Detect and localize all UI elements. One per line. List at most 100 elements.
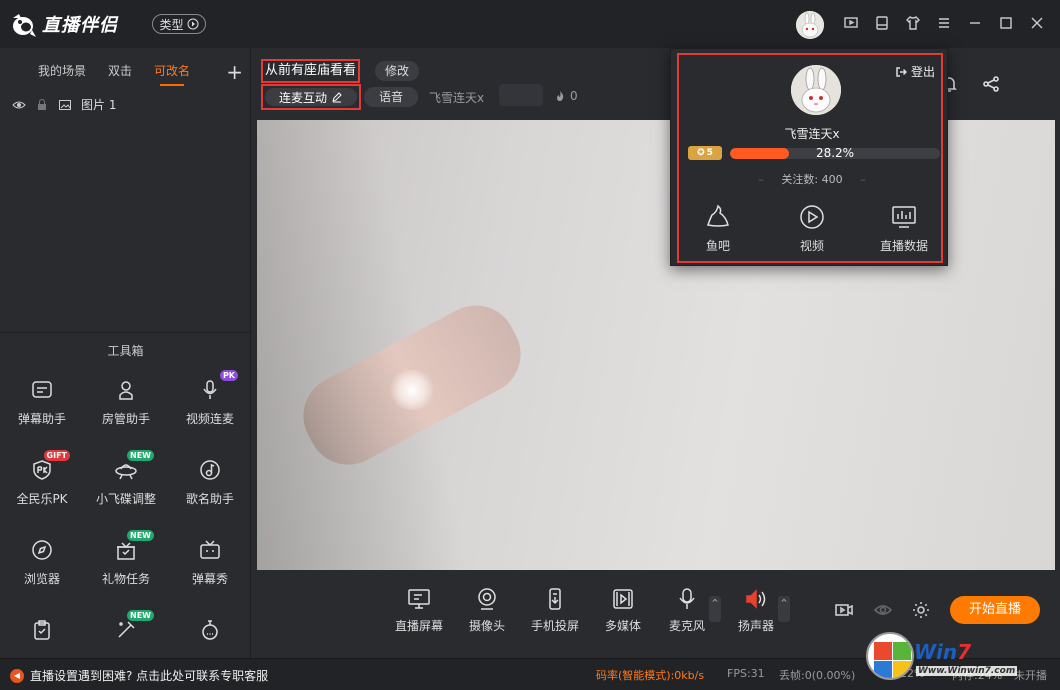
add-phone-cast-button[interactable]: 手机投屏 [523,586,587,634]
tv-icon [200,540,220,559]
media-icon [613,589,633,609]
tool-pk[interactable]: GIFT 全民乐PK [0,450,84,526]
room-title[interactable]: 从前有座庙看看 [261,59,361,83]
menu-icon[interactable] [935,14,953,32]
tool-danmu-show[interactable]: 弹幕秀 [168,536,252,606]
watermark-brand-b: 7 [957,640,972,664]
tshirt-icon[interactable] [904,14,922,32]
timer-icon [202,620,218,640]
add-media-button[interactable]: 多媒体 [591,586,655,634]
voice-button[interactable]: 语音 [364,87,418,107]
microphone-settings-caret[interactable]: ^ [709,596,721,622]
tool-label: 浏览器 [23,572,60,586]
help-text: 直播设置遇到困难? 点击此处可联系专职客服 [30,669,269,683]
follow-count: – 关注数: 400 – [758,173,866,186]
level-star-icon: ✪ [697,148,705,158]
video-button[interactable]: 视频 [777,203,847,254]
tool-label: 房管助手 [101,412,150,426]
tool-label: 扬声器 [737,619,774,633]
fps-status: FPS:31 [727,667,765,680]
level-badge: ✪ 5 [688,146,722,160]
mic-icon [203,380,217,399]
fish-bar-icon [707,204,729,227]
layer-item[interactable]: 图片 1 [12,96,116,113]
layer-label: 图片 1 [81,98,117,112]
tool-label: 手机投屏 [530,619,579,633]
tab-my-scenes[interactable]: 我的场景 [38,62,86,79]
toolbox-title: 工具箱 [0,332,251,368]
shortcut-label: 视频 [799,239,824,253]
eye-icon [873,605,893,615]
record-button[interactable] [834,600,854,623]
windows-logo-icon [866,632,914,680]
tool-label: 麦克风 [668,619,705,633]
eye-icon[interactable] [12,98,26,112]
minimize-icon[interactable] [966,14,984,32]
level-progress-label: 28.2% [815,146,855,160]
new-badge: NEW [127,610,154,621]
tool-ufo[interactable]: NEW 小飞碟调整 [84,450,168,526]
tool-danmu-assistant[interactable]: 弹幕助手 [0,376,84,446]
record-icon [835,604,853,616]
skin-icon[interactable] [873,14,891,32]
tool-song-assistant[interactable]: 歌名助手 [168,456,252,526]
add-scene-button[interactable]: + [226,60,243,84]
gift-icon [117,542,135,560]
camera-icon [478,588,496,610]
settings-button[interactable] [911,600,931,623]
maximize-icon[interactable] [997,14,1015,32]
tool-label: 歌名助手 [185,492,234,506]
user-popup: 登出 飞雪连天x ✪ 5 28.2% – 关注数: 400 – 鱼吧 视频 直播… [670,48,948,266]
add-camera-button[interactable]: 摄像头 [455,586,519,634]
dropped-frames-status: 丢帧:0(0.00%) [779,669,856,682]
pk-shield-icon [33,460,51,480]
tool-gift-task[interactable]: NEW 礼物任务 [84,530,168,606]
bird-logo-icon [13,14,36,37]
live-data-button[interactable]: 直播数据 [869,203,939,254]
tool-label: 全民乐PK [16,492,68,506]
watermark-brand: Win7 [914,640,971,664]
tool-label: 礼物任务 [101,572,150,586]
preview-highlight [387,370,437,410]
add-screen-button[interactable]: 直播屏幕 [387,586,451,634]
logout-button[interactable]: 登出 [895,63,935,80]
popup-avatar[interactable] [791,65,841,115]
user-avatar[interactable] [796,11,824,39]
tab-renamable[interactable]: 可改名 [154,62,190,86]
live-room-icon[interactable] [842,14,860,32]
tool-label: 直播屏幕 [394,619,443,633]
edit-title-button[interactable]: 修改 [375,61,419,81]
tool-label: 弹幕助手 [17,412,66,426]
preview-toggle[interactable] [873,600,893,623]
share-icon[interactable] [981,74,1001,94]
type-button[interactable]: 类型 [152,14,206,34]
wand-icon [118,621,135,638]
logout-label: 登出 [910,65,935,79]
speaker-icon [746,589,766,609]
header-actions [939,74,1001,94]
watermark-url: Www.Winwin7.com [916,666,1018,676]
bitrate-status: 码率(智能模式):0kb/s [596,669,705,682]
streamer-nickname: 飞雪连天x [429,91,485,105]
lock-icon[interactable] [35,98,49,112]
phone-icon [549,588,561,610]
tool-video-connect[interactable]: PK 视频连麦 [168,370,252,446]
fire-icon [557,91,564,101]
speaker-settings-caret[interactable]: ^ [778,596,790,622]
logout-icon [896,66,907,77]
tab-double-click[interactable]: 双击 [108,62,132,79]
tool-label: 视频连麦 [185,412,234,426]
close-icon[interactable] [1028,14,1046,32]
ufo-icon [115,464,137,480]
tool-label: 小飞碟调整 [95,492,156,506]
tool-admin-assistant[interactable]: 房管助手 [84,376,168,446]
connect-interaction-button[interactable]: 连麦互动 [265,88,357,106]
tool-browser[interactable]: 浏览器 [0,536,84,606]
start-live-button[interactable]: 开始直播 [950,596,1040,624]
rabbit-avatar-icon [791,65,841,115]
help-link[interactable]: ◀ 直播设置遇到困难? 点击此处可联系专职客服 [10,667,268,684]
left-panel: 我的场景 双击 可改名 + 图片 1 工具箱 弹幕助手 房管助手 PK 视频连麦… [0,48,251,658]
app-title: 直播伴侣 [42,15,118,36]
admin-icon [119,381,133,400]
fish-bar-button[interactable]: 鱼吧 [683,203,753,254]
